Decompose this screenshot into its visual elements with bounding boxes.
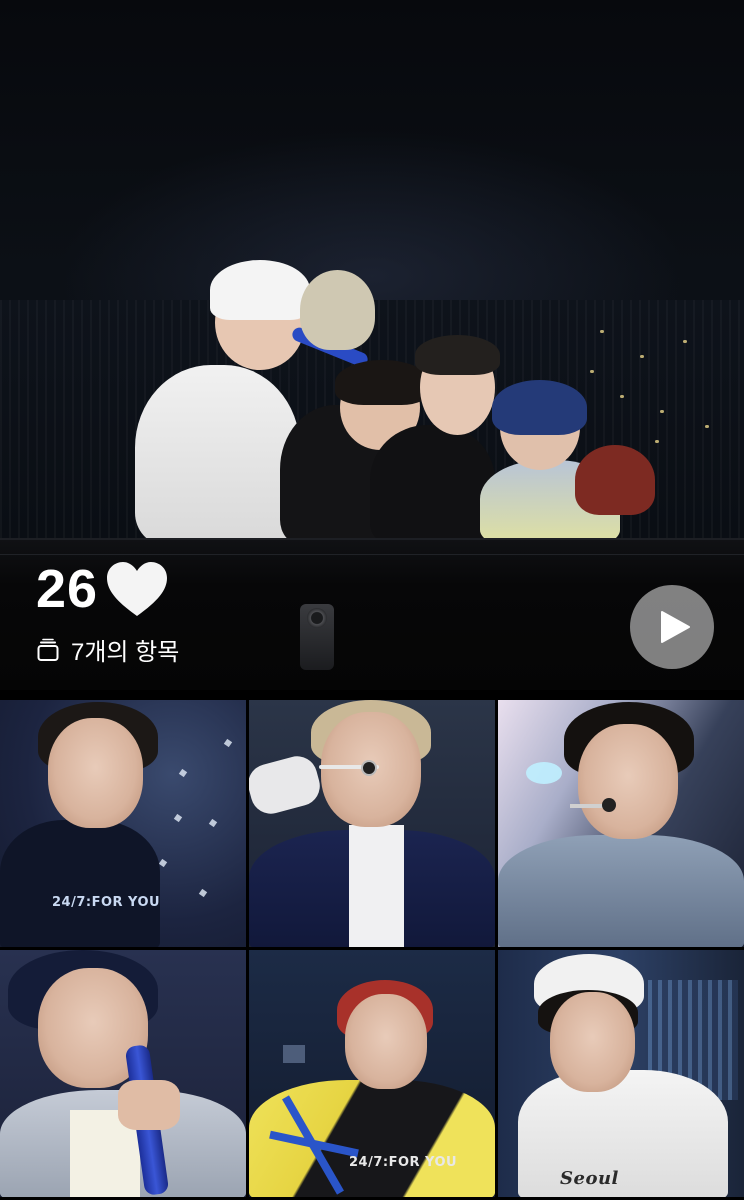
lightstick-glow <box>705 425 709 428</box>
album-title: 26 <box>36 558 170 620</box>
play-icon <box>661 611 690 643</box>
photo-thumbnail[interactable] <box>498 700 744 947</box>
shirt-print-text: Seoul <box>560 1168 619 1189</box>
item-count-label: 7개의 항목 <box>71 639 180 666</box>
photo-thumbnail[interactable] <box>0 950 246 1197</box>
photo-thumbnail[interactable]: 24/7:FOR YOU <box>249 950 495 1197</box>
stage-bolt <box>300 604 334 670</box>
white-heart-icon <box>107 562 168 616</box>
album-title-text: 26 <box>36 559 99 619</box>
shirt-print-text: 24/7:FOR YOU <box>52 895 161 910</box>
item-count: 7개의 항목 <box>36 632 179 667</box>
shirt-print-text: 24/7:FOR YOU <box>349 1155 458 1170</box>
photo-thumbnail[interactable]: 24/7:FOR YOU <box>0 700 246 947</box>
photo-stack-icon <box>37 638 59 661</box>
photo-grid: 24/7:FOR YOU 24/7:FOR YOU Seoul <box>0 700 744 1200</box>
lightstick-glow <box>683 340 687 343</box>
photo-thumbnail[interactable]: Seoul <box>498 950 744 1197</box>
performers-group <box>130 255 670 545</box>
play-slideshow-button[interactable] <box>630 585 714 669</box>
photo-thumbnail[interactable] <box>249 700 495 947</box>
